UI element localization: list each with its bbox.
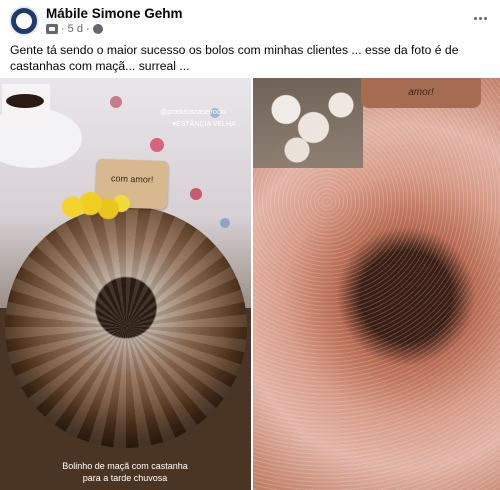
- photo-caption: Bolinho de maçã com castanha para a tard…: [62, 461, 188, 483]
- avatar[interactable]: [9, 6, 39, 36]
- more-options-button[interactable]: [468, 8, 492, 28]
- more-options-icon: [473, 16, 477, 20]
- post-header: Mábile Simone Gehm · 5 d ·: [0, 0, 500, 38]
- globe-icon: [92, 24, 103, 34]
- post-meta: · 5 d ·: [46, 23, 103, 35]
- watermark-handle: @produtoscaseirocio: [160, 109, 226, 116]
- messenger-icon: [46, 24, 58, 34]
- meta-separator: ·: [85, 23, 90, 35]
- cake-tag-right: amor!: [361, 78, 481, 108]
- author-name[interactable]: Mábile Simone Gehm: [46, 6, 183, 21]
- yellow-flowers: [58, 190, 130, 224]
- photo-left[interactable]: com amor! @produtoscaseirocio ♥ESTÂNCIA …: [0, 78, 251, 490]
- watermark-location: ♥ESTÂNCIA VELHA: [172, 121, 236, 128]
- cake-tag-text: com amor!: [110, 173, 154, 185]
- meta-separator: ·: [61, 23, 65, 35]
- photo-right[interactable]: amor!: [253, 78, 500, 490]
- coffee: [6, 94, 44, 108]
- white-flowers: [253, 78, 363, 168]
- post-time[interactable]: 5 d: [68, 23, 83, 35]
- coffee-cup: [2, 84, 50, 132]
- avatar-logo-icon: [16, 13, 32, 29]
- bundt-cake: [5, 206, 247, 448]
- post-text: Gente tá sendo o maior sucesso os bolos …: [10, 43, 459, 73]
